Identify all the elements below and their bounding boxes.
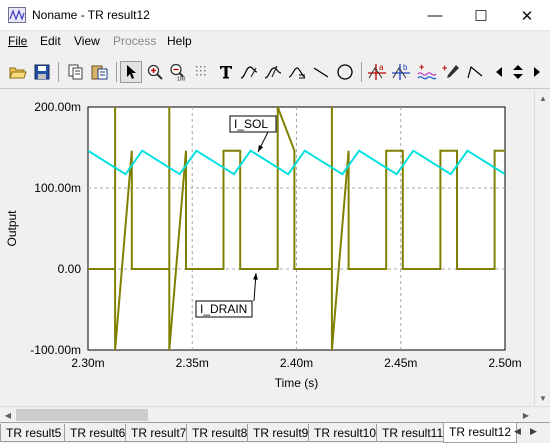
- svg-text:a: a: [379, 63, 384, 72]
- close-button[interactable]: ✕: [504, 0, 550, 31]
- chart[interactable]: 2.30m 2.35m 2.40m 2.45m 2.50m 200.00m 100.00m 0…: [0, 90, 534, 406]
- title-bar: Noname - TR result12 — ☐ ✕: [0, 0, 550, 31]
- vertical-scrollbar[interactable]: ▲ ▼: [534, 90, 550, 406]
- tab-tr-result9[interactable]: TR result9: [247, 424, 315, 442]
- pointer-icon[interactable]: [120, 61, 142, 83]
- tab-scroll-left-icon[interactable]: ◀: [514, 426, 521, 437]
- scroll-right-icon[interactable]: ▶: [518, 407, 534, 423]
- tab-tr-result10[interactable]: TR result10: [308, 424, 383, 442]
- toolbar-separator: [361, 62, 362, 82]
- scroll-up-icon[interactable]: ▲: [535, 90, 550, 106]
- y-tick-label: 0.00: [58, 262, 82, 276]
- menu-view[interactable]: View: [74, 34, 100, 48]
- window-title: Noname - TR result12: [32, 8, 150, 22]
- scroll-down-icon[interactable]: ▼: [535, 390, 550, 406]
- tab-scroll-right-icon[interactable]: ▶: [530, 426, 537, 437]
- paste-icon[interactable]: [89, 61, 111, 83]
- cursor-a-icon[interactable]: a: [366, 61, 388, 83]
- x-tick-label: 2.50m: [488, 356, 521, 370]
- svg-text:+: +: [442, 63, 447, 73]
- toolbar: 100 a b + +: [0, 52, 550, 89]
- y-tick-label: 100.00m: [34, 181, 81, 195]
- minimize-button[interactable]: —: [412, 0, 458, 31]
- y-tick-label: 200.00m: [34, 100, 81, 114]
- menu-process[interactable]: Process: [113, 34, 156, 48]
- tab-tr-result7[interactable]: TR result7: [125, 424, 193, 442]
- menu-help-label: Help: [167, 34, 192, 48]
- result-tabs: TR result5 TR result6 TR result7 TR resu…: [0, 422, 550, 443]
- x-axis-label: Time (s): [275, 376, 319, 390]
- dropper-icon[interactable]: +: [440, 61, 462, 83]
- menu-help[interactable]: Help: [167, 34, 192, 48]
- zoom-in-icon[interactable]: [144, 61, 166, 83]
- zoom-out-icon[interactable]: 100: [167, 61, 189, 83]
- grid-icon[interactable]: [191, 61, 213, 83]
- svg-text:+: +: [419, 63, 424, 72]
- polyline-icon[interactable]: [464, 61, 486, 83]
- curve-tool-2-icon[interactable]: [262, 61, 284, 83]
- y-axis-label: Output: [5, 210, 19, 247]
- curve-tool-icon[interactable]: [238, 61, 260, 83]
- menu-view-label: View: [74, 34, 100, 48]
- save-icon[interactable]: [31, 61, 53, 83]
- tab-tr-result8[interactable]: TR result8: [186, 424, 254, 442]
- line-tool-icon[interactable]: [310, 61, 332, 83]
- horizontal-scrollbar[interactable]: ◀ ▶: [0, 406, 550, 422]
- ellipse-tool-icon[interactable]: [334, 61, 356, 83]
- x-tick-label: 2.40m: [280, 356, 313, 370]
- i-sol-annotation-label: I_SOL: [234, 117, 268, 131]
- bar-tool-icon[interactable]: [286, 61, 308, 83]
- scroll-thumb[interactable]: [16, 409, 148, 421]
- plot-panel: 2.30m 2.35m 2.40m 2.45m 2.50m 200.00m 100.00m 0…: [0, 90, 534, 406]
- maximize-button[interactable]: ☐: [458, 0, 504, 31]
- open-folder-icon[interactable]: [7, 61, 29, 83]
- tab-tr-result12[interactable]: TR result12: [443, 423, 518, 443]
- menu-edit[interactable]: Edit: [40, 34, 61, 48]
- next-icon[interactable]: [526, 61, 548, 83]
- menu-edit-label: Edit: [40, 34, 61, 48]
- toolbar-separator: [58, 62, 59, 82]
- tab-tr-result5[interactable]: TR result5: [0, 424, 68, 442]
- x-tick-label: 2.35m: [176, 356, 209, 370]
- svg-text:100: 100: [177, 77, 186, 82]
- add-trace-icon[interactable]: +: [416, 61, 438, 83]
- i-drain-annotation-label: I_DRAIN: [200, 302, 247, 316]
- text-tool-icon[interactable]: [215, 61, 237, 83]
- x-tick-label: 2.45m: [384, 356, 417, 370]
- y-tick-label: -100.00m: [30, 343, 81, 357]
- tab-tr-result6[interactable]: TR result6: [64, 424, 132, 442]
- x-tick-label: 2.30m: [71, 356, 104, 370]
- copy-icon[interactable]: [65, 61, 87, 83]
- menu-bar: File Edit View Process Help: [0, 31, 550, 52]
- app-icon: [8, 7, 26, 23]
- tab-tr-result11[interactable]: TR result11: [376, 424, 450, 442]
- svg-text:b: b: [403, 63, 408, 72]
- menu-file-label: File: [8, 34, 28, 48]
- scroll-left-icon[interactable]: ◀: [0, 407, 16, 423]
- toolbar-separator: [116, 62, 117, 82]
- menu-process-label: Process: [113, 34, 157, 48]
- cursor-b-icon[interactable]: b: [390, 61, 412, 83]
- menu-file[interactable]: File: [8, 34, 27, 48]
